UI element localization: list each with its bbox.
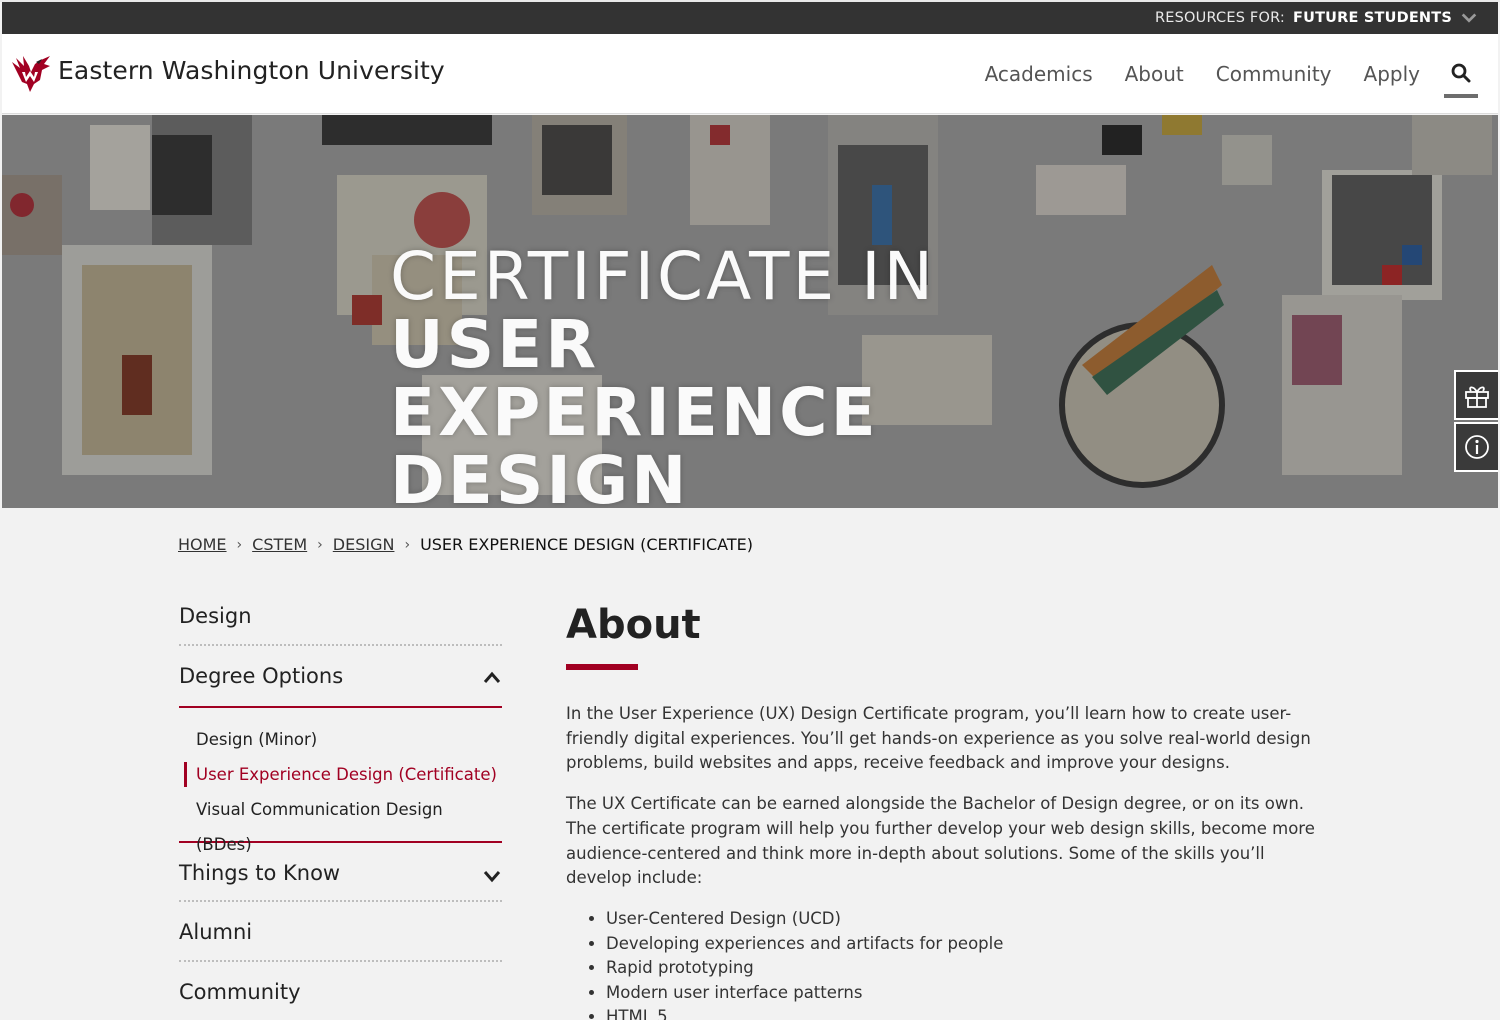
hero-title: CERTIFICATE IN USER EXPERIENCE DESIGN [390,243,1150,509]
sidebar-subitem-design-minor[interactable]: Design (Minor) [179,722,502,757]
sidebar-item-label: Degree Options [179,664,344,688]
hero-title-bold-1: USER [390,306,600,383]
sidebar-subitem-ux-certificate[interactable]: User Experience Design (Certificate) [179,757,502,792]
intro-paragraph: In the User Experience (UX) Design Certi… [566,704,1311,773]
nav-apply[interactable]: Apply [1364,62,1420,86]
breadcrumb-separator: › [404,536,411,553]
heading-accent-bar [566,664,638,670]
skills-list: User-Centered Design (UCD) Developing ex… [566,907,1316,1020]
sidebar-item-design[interactable]: Design [179,600,502,646]
sidebar-item-degree-options[interactable]: Degree Options [179,646,502,708]
hero-title-light: CERTIFICATE IN [390,238,936,315]
certificate-paragraph: The UX Certificate can be earned alongsi… [566,794,1315,888]
site-title[interactable]: Eastern Washington University [58,56,445,85]
site-header: Eastern Washington University Academics … [2,34,1498,114]
sidebar-item-label: Things to Know [179,861,341,885]
main-nav: Academics About Community Apply [985,34,1420,114]
breadcrumb: HOME › CSTEM › DESIGN › USER EXPERIENCE … [178,535,753,554]
search-button[interactable] [1444,56,1478,98]
sidebar-item-things-to-know[interactable]: Things to Know [179,843,502,902]
page-heading: About [566,602,701,648]
sidebar-item-label: Design [179,604,252,628]
eagle-logo-icon[interactable] [10,54,52,94]
sidebar-item-label: Community [179,980,301,1004]
list-item: Modern user interface patterns [606,981,1316,1006]
info-tab[interactable] [1454,422,1498,472]
breadcrumb-current: USER EXPERIENCE DESIGN (CERTIFICATE) [420,535,753,554]
nav-about[interactable]: About [1125,62,1184,86]
chevron-down-icon[interactable] [482,866,502,886]
utility-bar: RESOURCES FOR: FUTURE STUDENTS [2,2,1498,34]
search-icon [1451,63,1471,83]
nav-community[interactable]: Community [1216,62,1332,86]
resources-label: RESOURCES FOR: [1155,10,1286,26]
list-item: Developing experiences and artifacts for… [606,932,1316,957]
breadcrumb-separator: › [317,536,323,553]
chevron-down-icon [1461,13,1477,23]
floating-side-tabs [1454,370,1498,474]
sidebar-item-label: Alumni [179,920,253,944]
main-content: About In the User Experience (UX) Design… [566,600,1316,1020]
breadcrumb-separator: › [236,536,243,553]
chevron-up-icon[interactable] [482,668,502,688]
hero-banner: CERTIFICATE IN USER EXPERIENCE DESIGN [2,115,1498,508]
list-item: HTML 5 [606,1005,1316,1020]
degree-options-list: Design (Minor) User Experience Design (C… [179,708,502,854]
hero-title-bold-2: EXPERIENCE DESIGN [390,374,879,509]
list-item: Rapid prototyping [606,956,1316,981]
sidebar-item-alumni[interactable]: Alumni [179,902,502,962]
breadcrumb-design[interactable]: DESIGN [333,535,395,554]
breadcrumb-cstem[interactable]: CSTEM [252,535,307,554]
give-tab[interactable] [1454,370,1498,420]
gift-icon [1465,386,1489,408]
sidebar-item-community[interactable]: Community [179,962,502,1020]
nav-academics[interactable]: Academics [985,62,1093,86]
resources-value: FUTURE STUDENTS [1293,10,1452,26]
info-icon [1465,435,1489,459]
section-sidebar: Design Degree Options Design (Minor) Use… [179,600,502,1020]
resources-for-selector[interactable]: RESOURCES FOR: FUTURE STUDENTS [1155,2,1478,34]
list-item: User-Centered Design (UCD) [606,907,1316,932]
sidebar-subitem-visual-communication[interactable]: Visual Communication Design (BDes) [179,792,502,854]
breadcrumb-home[interactable]: HOME [178,535,227,554]
